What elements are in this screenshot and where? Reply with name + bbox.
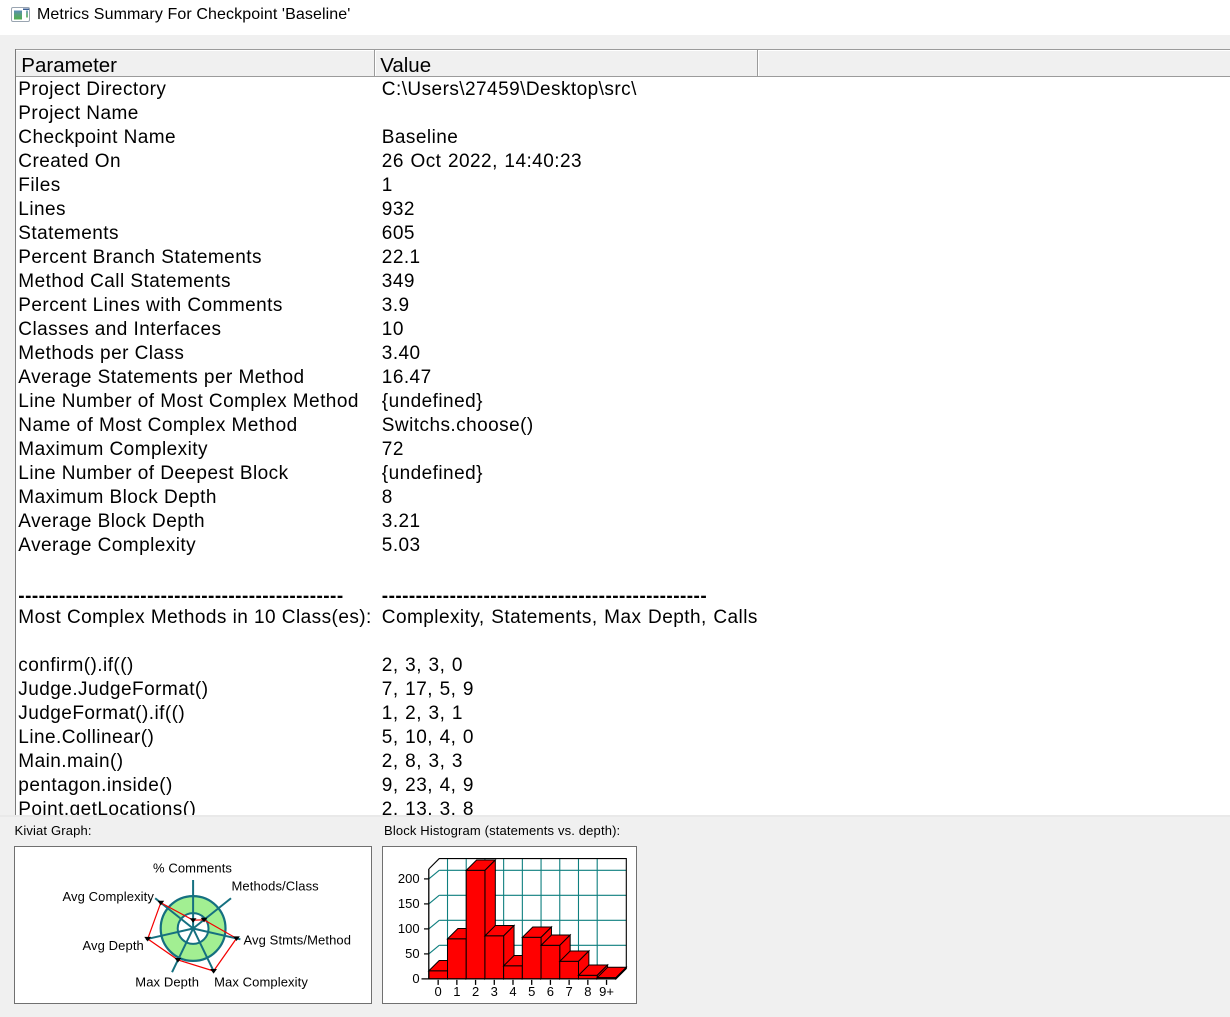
svg-text:5: 5 — [528, 984, 535, 999]
svg-text:8: 8 — [584, 984, 591, 999]
svg-text:4: 4 — [509, 984, 516, 999]
svg-text:Max Complexity: Max Complexity — [214, 975, 308, 990]
svg-text:Avg Depth: Avg Depth — [83, 938, 144, 953]
svg-text:7: 7 — [566, 984, 573, 999]
svg-text:Avg Stmts/Method: Avg Stmts/Method — [244, 933, 352, 948]
svg-text:100: 100 — [398, 921, 420, 936]
svg-text:2: 2 — [472, 984, 479, 999]
svg-text:% Comments: % Comments — [153, 861, 232, 876]
svg-text:6: 6 — [547, 984, 554, 999]
svg-text:3: 3 — [491, 984, 498, 999]
svg-text:0: 0 — [435, 984, 442, 999]
svg-text:50: 50 — [405, 946, 419, 961]
svg-text:9+: 9+ — [599, 984, 614, 999]
svg-text:150: 150 — [398, 896, 420, 911]
svg-text:1: 1 — [453, 984, 460, 999]
svg-text:0: 0 — [412, 971, 419, 986]
svg-text:Avg Complexity: Avg Complexity — [63, 889, 155, 904]
svg-text:Methods/Class: Methods/Class — [232, 879, 320, 894]
svg-text:Max Depth: Max Depth — [135, 975, 199, 990]
svg-text:200: 200 — [398, 871, 420, 886]
